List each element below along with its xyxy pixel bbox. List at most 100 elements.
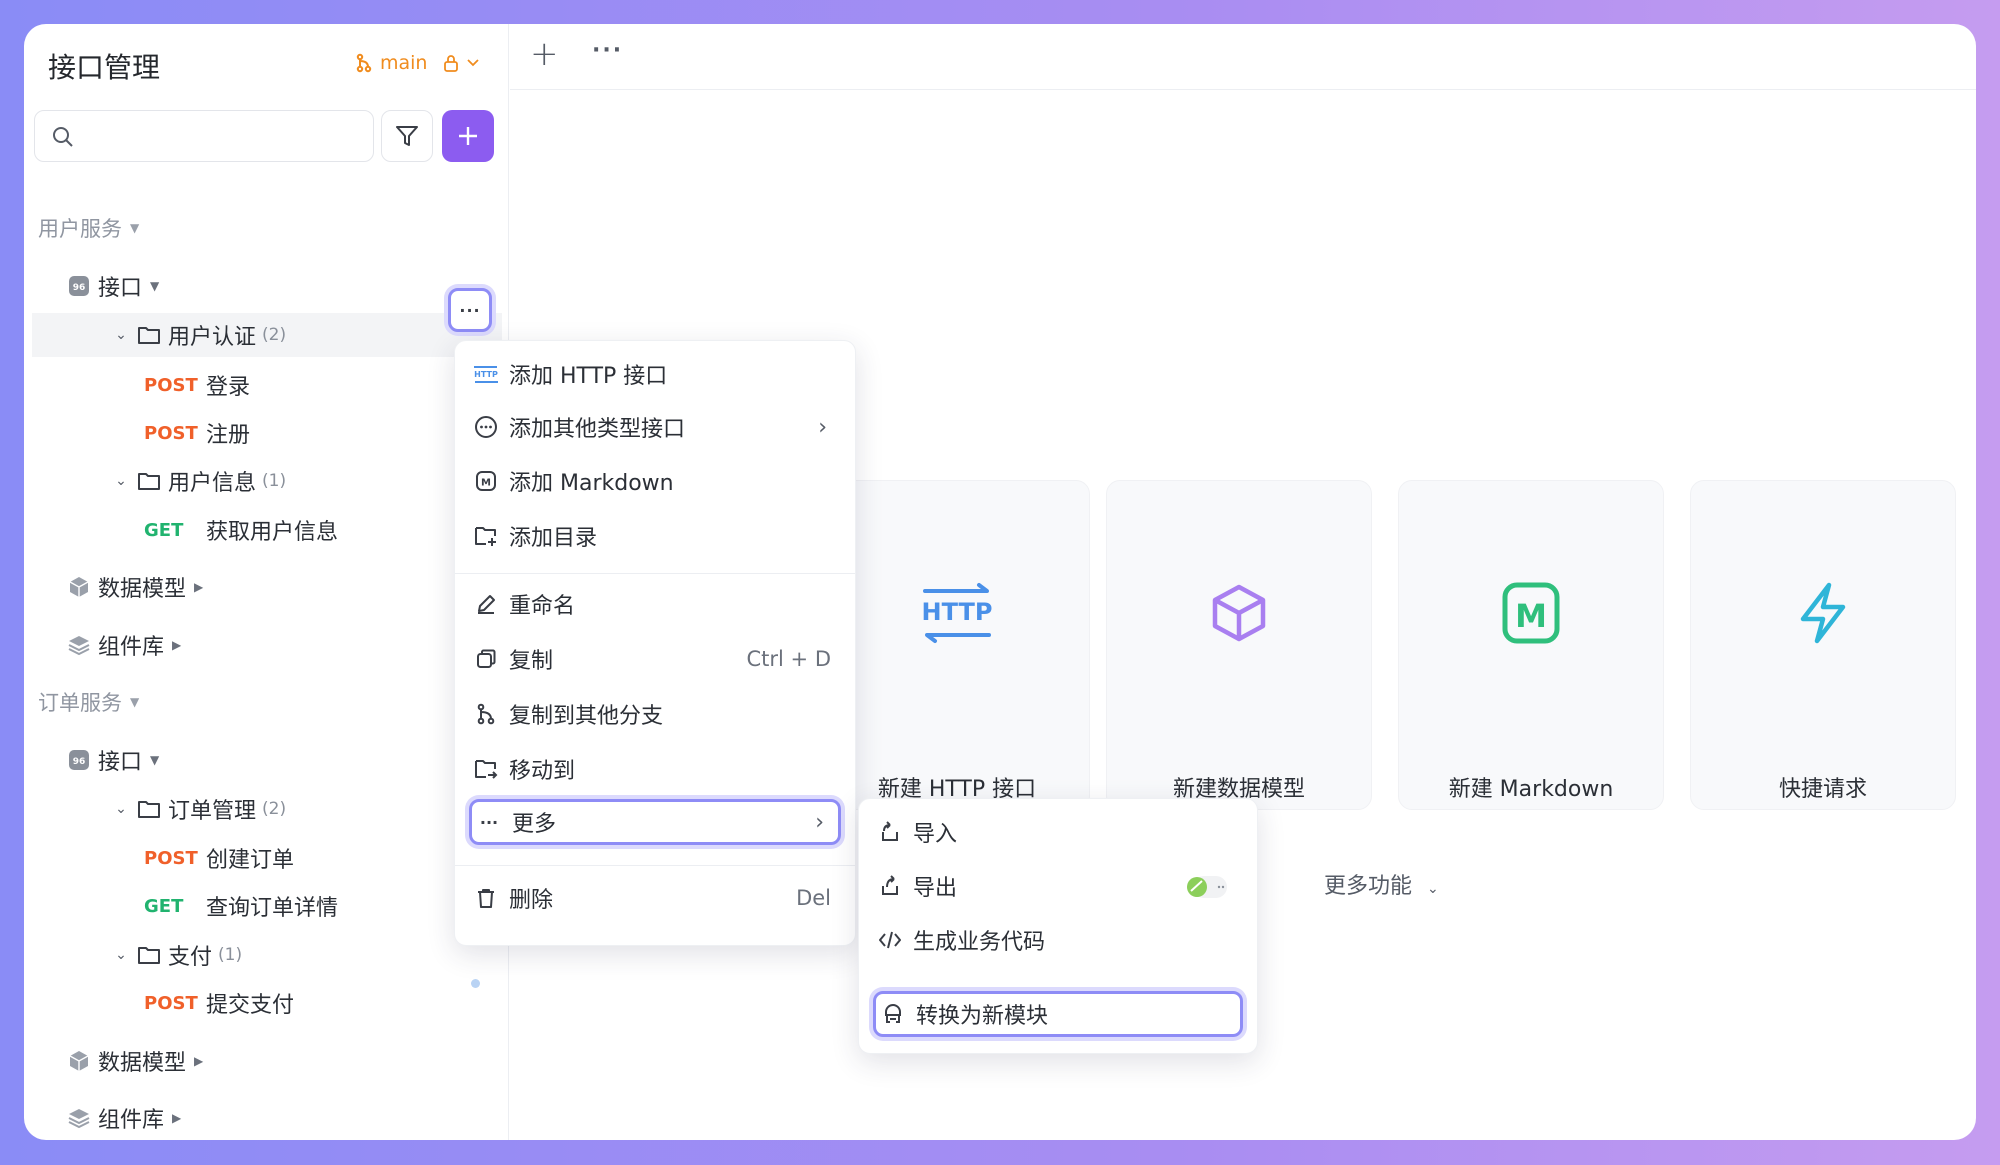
caret-down-icon: ▼ [150, 753, 160, 767]
branch-selector[interactable]: main [356, 52, 480, 74]
api-icon: 96 [64, 745, 94, 775]
copy-icon [469, 648, 503, 670]
submenu-item-export[interactable]: 导出 [873, 863, 1243, 909]
method-badge: POST [144, 847, 198, 869]
folder-name: 订单管理 [168, 799, 257, 824]
submenu-more: 导入 导出 生成业务代码 转换为新模块 [858, 798, 1258, 1054]
folder-icon [134, 466, 164, 496]
new-tab-button[interactable]: + [530, 34, 559, 74]
menu-item-copy[interactable]: 复制 Ctrl + D [469, 636, 841, 682]
menu-item-delete[interactable]: 删除 Del [469, 875, 841, 921]
folder-move-icon [469, 758, 503, 780]
menu-item-label: 转换为新模块 [916, 1004, 1049, 1029]
service-group-order[interactable]: 订单服务 ▼ [38, 680, 139, 724]
submenu-item-import[interactable]: 导入 [873, 809, 1243, 855]
more-features-label: 更多功能 [1324, 874, 1413, 899]
menu-item-label: 添加 Markdown [509, 471, 674, 496]
menu-item-label: 复制 [509, 649, 554, 674]
endpoint-row[interactable]: POST 注册 [144, 411, 250, 455]
markdown-icon: M [1399, 581, 1663, 645]
cube-icon [64, 572, 94, 602]
menu-item-add-folder[interactable]: 添加目录 [469, 513, 841, 559]
api-node[interactable]: 96 接口 ▼ [64, 264, 159, 308]
api-node-label: 接口 [98, 276, 143, 301]
more-features-button[interactable]: 更多功能 ⌄ [1324, 868, 1439, 900]
markdown-icon: M [469, 470, 503, 492]
card-label: 快捷请求 [1778, 777, 1867, 802]
menu-item-add-http[interactable]: HTTP 添加 HTTP 接口 [469, 351, 841, 397]
branch-icon [356, 53, 372, 73]
svg-text:HTTP: HTTP [474, 370, 498, 379]
endpoint-row[interactable]: POST 提交支付 [144, 981, 294, 1025]
card-quick-request[interactable]: 快捷请求 [1690, 480, 1956, 810]
endpoint-name: 注册 [206, 423, 251, 448]
endpoint-row[interactable]: POST 创建订单 [144, 836, 294, 880]
service-group-user[interactable]: 用户服务 ▼ [38, 206, 139, 250]
add-button[interactable] [442, 110, 494, 162]
svg-text:96: 96 [73, 757, 86, 767]
folder-icon [134, 794, 164, 824]
menu-divider [455, 865, 855, 866]
menu-divider [455, 573, 855, 574]
card-new-schema[interactable]: 新建数据模型 [1106, 480, 1372, 810]
module-icon [876, 1002, 910, 1026]
api-node[interactable]: 96 接口 ▼ [64, 738, 159, 782]
search-input[interactable] [34, 110, 374, 162]
tab-more-button[interactable]: ··· [592, 38, 623, 63]
menu-item-label: 生成业务代码 [913, 930, 1046, 955]
chevron-right-icon: › [815, 809, 824, 835]
svg-text:HTTP: HTTP [922, 598, 993, 626]
folder-count: (1) [218, 945, 243, 965]
endpoint-row[interactable]: POST 登录 [144, 363, 250, 407]
menu-item-rename[interactable]: 重命名 [469, 581, 841, 627]
menu-item-add-markdown[interactable]: M 添加 Markdown [469, 458, 841, 504]
folder-count: (2) [262, 799, 287, 819]
menu-item-copy-branch[interactable]: 复制到其他分支 [469, 691, 841, 737]
endpoint-row[interactable]: GET 获取用户信息 [144, 508, 338, 552]
sidebar: 接口管理 main 用户服务 ▼ 96 接口 ▼ ⌄ 用户认证 (2) POST… [24, 24, 509, 1140]
method-badge: GET [144, 519, 184, 541]
plus-icon [459, 127, 477, 145]
folder-row-order-mgmt[interactable]: ⌄ 订单管理 (2) [108, 787, 286, 831]
caret-right-icon: ▶ [172, 1111, 182, 1125]
components-label: 组件库 [98, 635, 165, 660]
chevron-right-icon: › [818, 414, 827, 440]
folder-more-button[interactable]: ··· [448, 288, 492, 332]
menu-item-label: 重命名 [509, 594, 576, 619]
submenu-item-generate-code[interactable]: 生成业务代码 [873, 917, 1243, 963]
filter-button[interactable] [381, 110, 433, 162]
schemas-node[interactable]: 数据模型 ▶ [64, 565, 203, 609]
folder-icon [134, 320, 164, 350]
method-badge: POST [144, 374, 198, 396]
menu-item-label: 导出 [913, 876, 958, 901]
service-group-label: 用户服务 [38, 217, 122, 241]
folder-row-payment[interactable]: ⌄ 支付 (1) [108, 933, 242, 977]
components-node[interactable]: 组件库 ▶ [64, 1096, 181, 1140]
method-badge: POST [144, 992, 198, 1014]
ellipsis-icon: ··· [459, 300, 481, 320]
shortcut-hint: Del [796, 886, 831, 910]
method-badge: GET [144, 895, 184, 917]
folder-name: 支付 [168, 945, 213, 970]
branch-icon [469, 703, 503, 725]
chevron-down-icon: ⌄ [115, 947, 127, 963]
tab-bar: + ··· [510, 24, 1976, 90]
card-new-markdown[interactable]: M 新建 Markdown [1398, 480, 1664, 810]
svg-text:M: M [1515, 597, 1547, 635]
menu-item-add-other[interactable]: 添加其他类型接口 › [469, 404, 841, 450]
menu-item-more[interactable]: ··· 更多 › [469, 799, 841, 845]
status-dot [471, 979, 480, 988]
caret-down-icon: ▼ [130, 221, 140, 235]
chevron-down-icon: ⌄ [115, 473, 127, 489]
menu-item-move[interactable]: 移动到 [469, 746, 841, 792]
folder-row-user-info[interactable]: ⌄ 用户信息 (1) [108, 459, 286, 503]
folder-row-user-auth[interactable]: ⌄ 用户认证 (2) [32, 313, 502, 357]
submenu-item-convert-module[interactable]: 转换为新模块 [873, 991, 1243, 1037]
layers-icon [64, 630, 94, 660]
schemas-node[interactable]: 数据模型 ▶ [64, 1039, 203, 1083]
endpoint-row[interactable]: GET 查询订单详情 [144, 884, 338, 928]
card-new-http[interactable]: HTTP 新建 HTTP 接口 [824, 480, 1090, 810]
components-node[interactable]: 组件库 ▶ [64, 623, 181, 667]
api-icon: 96 [64, 271, 94, 301]
api-node-label: 接口 [98, 750, 143, 775]
